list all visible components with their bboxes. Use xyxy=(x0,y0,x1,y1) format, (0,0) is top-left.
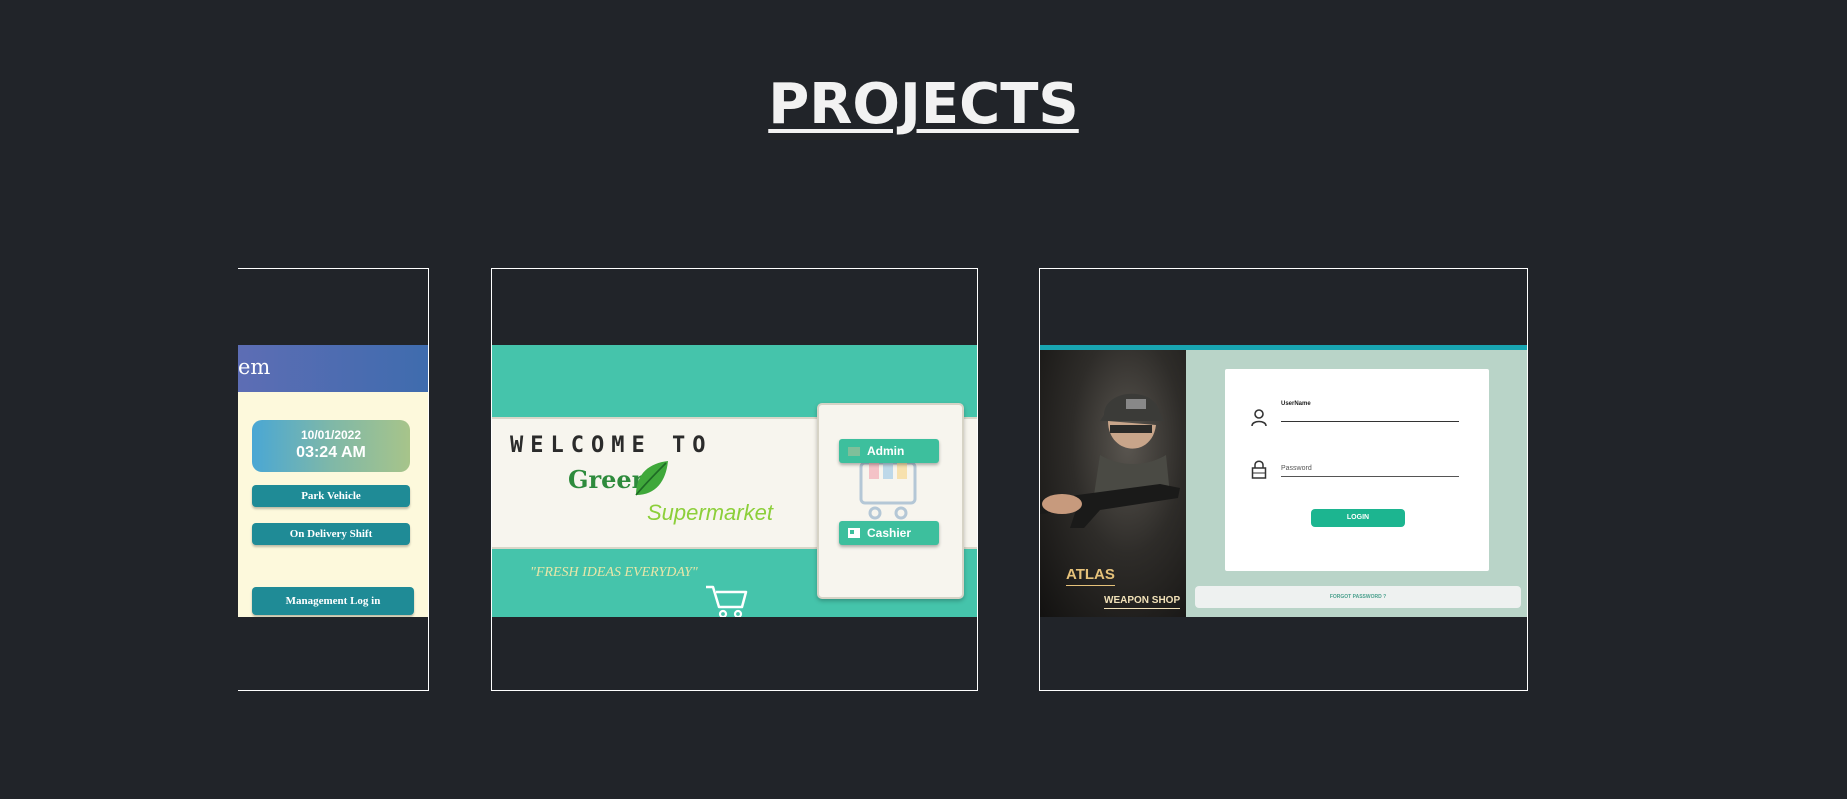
brand-atlas-text: ATLAS xyxy=(1066,566,1115,586)
cashier-label: Cashier xyxy=(867,526,912,540)
project-card-supermarket[interactable]: WELCOME TO Green Supermarket "FRESH IDEA… xyxy=(491,268,978,691)
admin-button: Admin xyxy=(839,439,939,463)
user-icon xyxy=(1251,409,1267,427)
cart-icon xyxy=(706,585,748,617)
welcome-text: WELCOME TO xyxy=(510,433,713,458)
project-card-weapon-shop[interactable]: ATLAS WEAPON SHOP UserName Password LOGI… xyxy=(1039,268,1528,691)
soldier-photo: ATLAS WEAPON SHOP xyxy=(1040,350,1186,617)
project-screenshot: WELCOME TO Green Supermarket "FRESH IDEA… xyxy=(492,345,977,617)
login-role-panel: Admin Cashier xyxy=(817,403,964,599)
app-header-title: em xyxy=(238,355,271,379)
app-header: em xyxy=(238,345,428,392)
project-card-parking[interactable]: em 10/01/2022 03:24 AM Park Vehicle On D… xyxy=(238,268,429,691)
management-login-button: Management Log in xyxy=(252,587,414,615)
username-field xyxy=(1281,421,1459,422)
login-button: LOGIN xyxy=(1311,509,1405,527)
brand-weapon-shop-text: WEAPON SHOP xyxy=(1104,595,1181,609)
cashier-button: Cashier xyxy=(839,521,939,545)
on-delivery-shift-button: On Delivery Shift xyxy=(252,523,410,545)
datetime-display: 10/01/2022 03:24 AM xyxy=(252,420,410,472)
date-text: 10/01/2022 xyxy=(300,428,362,442)
park-vehicle-button: Park Vehicle xyxy=(252,485,410,507)
cashier-icon xyxy=(848,528,860,538)
section-title: PROJECTS xyxy=(0,72,1847,137)
project-screenshot: em 10/01/2022 03:24 AM Park Vehicle On D… xyxy=(238,345,428,617)
projects-heading: PROJECTS xyxy=(768,72,1079,137)
time-text: 03:24 AM xyxy=(296,444,366,461)
slogan-text: "FRESH IDEAS EVERYDAY" xyxy=(530,565,698,580)
brand-supermarket-text: Supermarket xyxy=(647,500,773,525)
rifle-figure xyxy=(1040,484,1180,528)
lock-icon xyxy=(1251,460,1267,479)
username-label: UserName xyxy=(1281,401,1311,407)
leaf-icon xyxy=(635,461,668,496)
forgot-password-button: FORGOT PASSWORD ? xyxy=(1195,586,1521,608)
admin-icon xyxy=(848,447,860,456)
admin-label: Admin xyxy=(867,444,905,458)
login-form: UserName Password LOGIN xyxy=(1225,369,1489,571)
basket-icon xyxy=(859,455,917,520)
password-placeholder: Password xyxy=(1281,465,1312,472)
project-screenshot: ATLAS WEAPON SHOP UserName Password LOGI… xyxy=(1040,345,1527,617)
password-field xyxy=(1281,476,1459,477)
